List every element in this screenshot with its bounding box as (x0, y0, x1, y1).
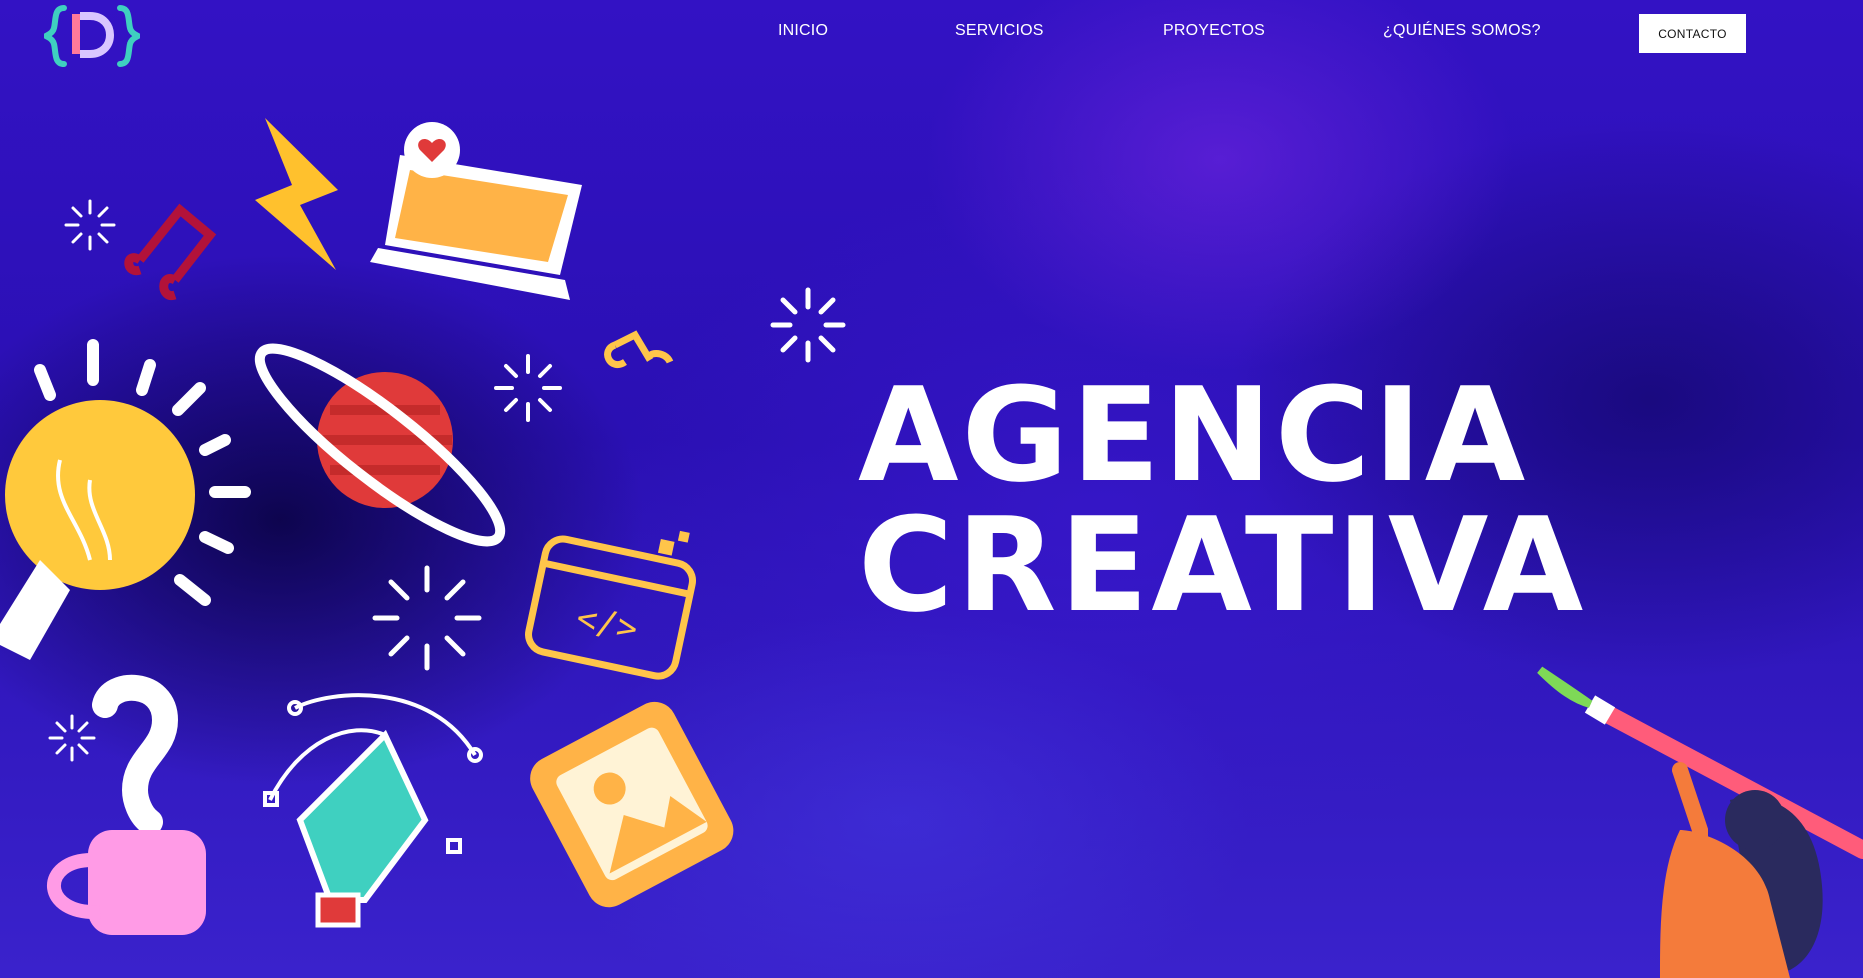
hero-title: AGENCIA CREATIVA (858, 359, 1587, 641)
nav-link-servicios[interactable]: SERVICIOS (955, 22, 1044, 40)
contact-button[interactable]: CONTACTO (1639, 14, 1746, 53)
nav-link-proyectos[interactable]: PROYECTOS (1163, 22, 1265, 40)
main-navigation: INICIO SERVICIOS PROYECTOS ¿QUIÉNES SOMO… (0, 0, 1863, 70)
nav-link-quienes-somos[interactable]: ¿QUIÉNES SOMOS? (1383, 22, 1541, 40)
hero-title-line-1: AGENCIA (858, 359, 1529, 511)
hero-title-line-2: CREATIVA (858, 489, 1587, 641)
nav-link-inicio[interactable]: INICIO (778, 22, 828, 40)
